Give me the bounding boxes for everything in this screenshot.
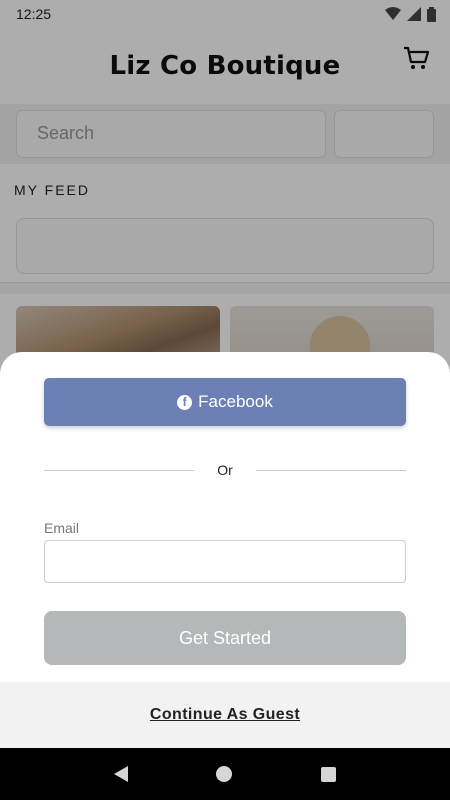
facebook-login-button[interactable]: f Facebook <box>44 378 406 426</box>
facebook-button-label: Facebook <box>198 392 273 411</box>
email-field[interactable] <box>44 540 406 583</box>
or-label: Or <box>217 462 233 478</box>
system-nav-bar <box>0 748 450 800</box>
recents-icon[interactable] <box>320 766 336 782</box>
email-label: Email <box>44 520 80 536</box>
get-started-button[interactable]: Get Started <box>44 611 406 665</box>
guest-bar: Continue As Guest <box>0 682 450 748</box>
divider-line <box>256 469 406 471</box>
or-divider: Or <box>44 460 406 480</box>
divider-line <box>44 469 194 471</box>
login-bottom-sheet: f Facebook Or Email Get Started Continue… <box>0 352 450 748</box>
back-icon[interactable] <box>114 766 129 782</box>
facebook-icon: f <box>177 394 193 410</box>
continue-as-guest-link[interactable]: Continue As Guest <box>150 706 300 724</box>
home-icon[interactable] <box>216 766 233 782</box>
